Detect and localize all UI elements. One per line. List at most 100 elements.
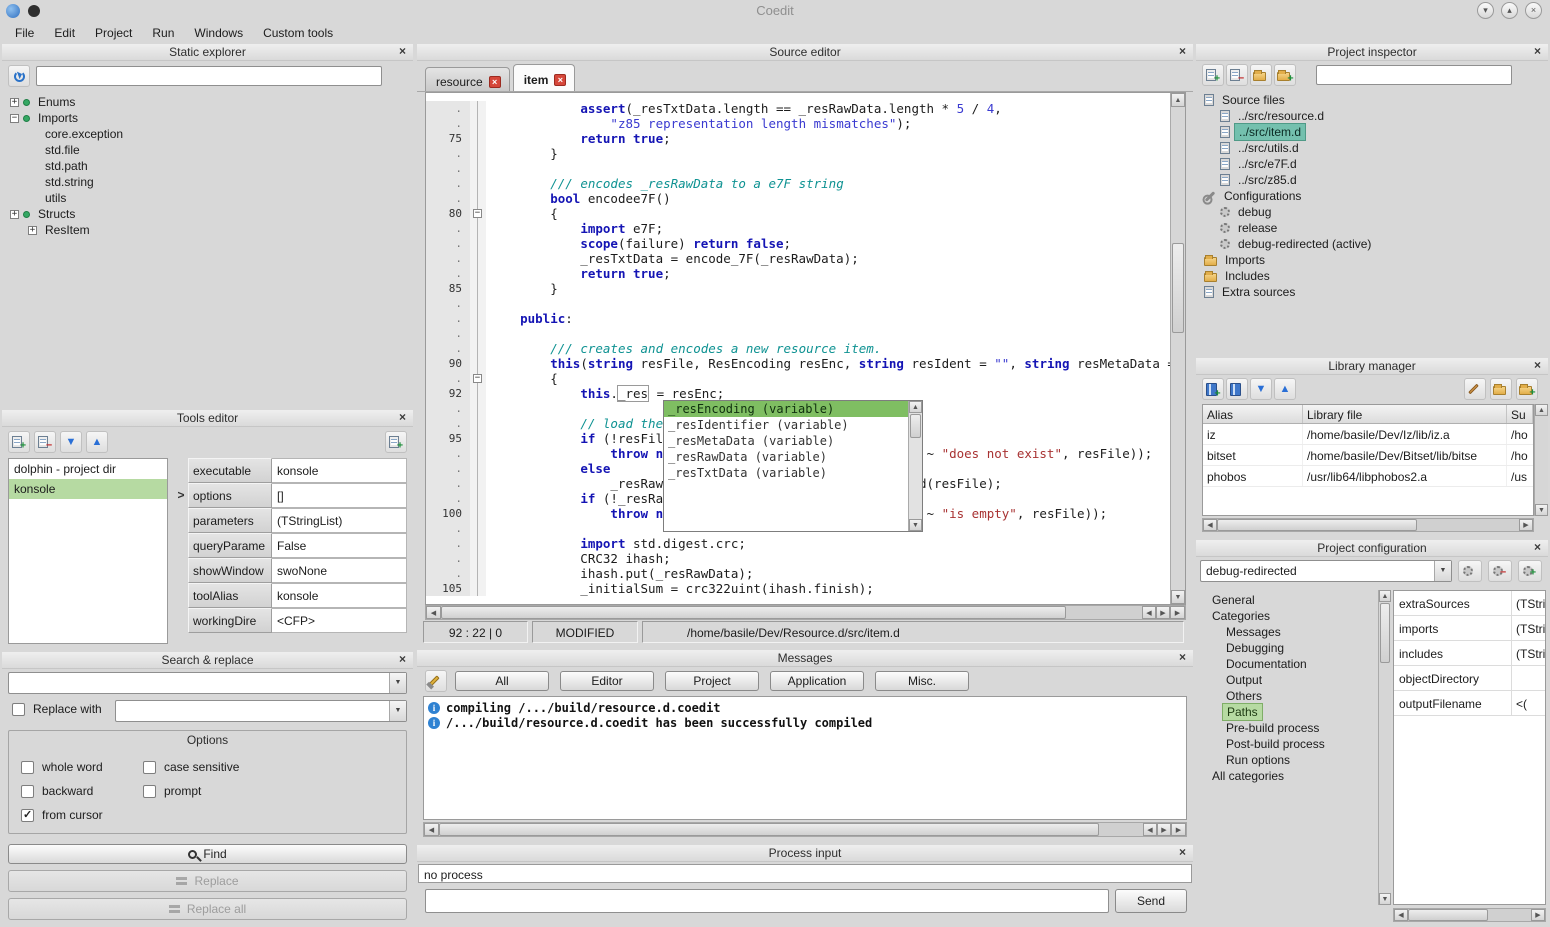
scrollbar-thumb[interactable]: [1380, 603, 1390, 663]
symbol-item[interactable]: +ResItem: [4, 222, 411, 238]
next-icon[interactable]: ▶: [1157, 823, 1171, 836]
symbol-item[interactable]: +Enums: [4, 94, 411, 110]
project-tree-item[interactable]: debug-redirected (active): [1198, 236, 1546, 252]
config-property-value[interactable]: (TStringList): [1512, 591, 1545, 615]
code-line[interactable]: . _resTxtData = encode_7F(_resRawData);: [426, 251, 1185, 266]
edit-alias-button[interactable]: [1464, 378, 1486, 400]
completion-item[interactable]: _resRawData (variable): [664, 449, 922, 465]
scroll-up-icon[interactable]: ▲: [1379, 590, 1391, 602]
scrollbar-thumb[interactable]: [910, 414, 921, 438]
category-item[interactable]: Messages: [1200, 624, 1376, 640]
config-hscrollbar[interactable]: ◀ ▶: [1393, 908, 1546, 922]
property-value[interactable]: (TStringList): [272, 508, 407, 533]
config-property-row[interactable]: includes(TStringList): [1394, 641, 1545, 666]
menu-run[interactable]: Run: [143, 23, 183, 43]
close-panel-icon[interactable]: ×: [1531, 359, 1544, 372]
process-input-field[interactable]: [425, 889, 1109, 913]
minimize-button[interactable]: ▾: [1477, 2, 1494, 19]
code-line[interactable]: . scope(failure) return false;: [426, 236, 1185, 251]
config-property-row[interactable]: objectDirectory: [1394, 666, 1545, 691]
move-library-up-button[interactable]: ▲: [1274, 378, 1296, 400]
column-header[interactable]: Library file: [1303, 405, 1507, 423]
code-line[interactable]: . bool encodee7F(): [426, 191, 1185, 206]
category-item[interactable]: General: [1200, 592, 1376, 608]
fold-marker[interactable]: −: [473, 209, 482, 218]
close-panel-icon[interactable]: ×: [1531, 45, 1544, 58]
message-row[interactable]: icompiling /.../build/resource.d.coedit: [424, 700, 1186, 715]
refresh-button[interactable]: [8, 65, 30, 87]
send-button[interactable]: Send: [1115, 889, 1187, 913]
replace-all-button[interactable]: Replace all: [8, 898, 407, 920]
config-property-row[interactable]: extraSources(TStringList): [1394, 591, 1545, 616]
scrollbar-thumb[interactable]: [439, 823, 1099, 836]
category-item[interactable]: All categories: [1200, 768, 1376, 784]
library-vscrollbar[interactable]: ▲ ▼: [1534, 404, 1548, 516]
prev-icon[interactable]: ◀: [1143, 823, 1157, 836]
symbol-item[interactable]: +Structs: [4, 206, 411, 222]
filter-project[interactable]: Project: [665, 671, 759, 691]
close-panel-icon[interactable]: ×: [1531, 541, 1544, 554]
scroll-left-icon[interactable]: ◀: [1394, 909, 1408, 921]
code-line[interactable]: 85 }: [426, 281, 1185, 296]
find-button[interactable]: Find: [8, 844, 407, 864]
code-line[interactable]: .: [426, 296, 1185, 311]
search-combo[interactable]: ▼: [8, 672, 407, 694]
library-row[interactable]: phobos/usr/lib64/libphobos2.a/us: [1203, 466, 1533, 487]
code-line[interactable]: 92 this._res = resEnc;: [426, 386, 1185, 401]
library-row[interactable]: bitset/home/basile/Dev/Bitset/lib/bitse/…: [1203, 445, 1533, 466]
tool-item[interactable]: dolphin - project dir: [9, 459, 167, 479]
scroll-right-icon[interactable]: ▶: [1170, 606, 1185, 619]
config-property-row[interactable]: imports(TStringList): [1394, 616, 1545, 641]
column-header[interactable]: Su: [1507, 405, 1533, 423]
remove-library-button[interactable]: [1226, 378, 1248, 400]
project-tree-item[interactable]: Extra sources: [1198, 284, 1546, 300]
collapse-icon[interactable]: −: [10, 114, 19, 123]
scroll-up-icon[interactable]: ▲: [1535, 404, 1548, 416]
scroll-down-icon[interactable]: ▼: [1535, 504, 1548, 516]
column-header[interactable]: Alias: [1203, 405, 1303, 423]
project-tree-item[interactable]: Includes: [1198, 268, 1546, 284]
remove-configuration-button[interactable]: [1488, 560, 1512, 582]
category-item[interactable]: Run options: [1200, 752, 1376, 768]
symbol-item[interactable]: std.file: [4, 142, 411, 158]
move-down-button[interactable]: ▼: [60, 431, 82, 453]
open-library-file-button[interactable]: [1490, 378, 1512, 400]
project-tree-item[interactable]: Source files: [1198, 92, 1546, 108]
property-value[interactable]: <CFP>: [272, 608, 407, 633]
code-line[interactable]: 105 _initialSum = crc322uint(ihash.finis…: [426, 581, 1185, 596]
scroll-left-icon[interactable]: ◀: [1203, 519, 1217, 531]
scroll-up-icon[interactable]: ▲: [1171, 93, 1185, 107]
property-row[interactable]: executablekonsole: [174, 458, 407, 483]
editor-hscrollbar[interactable]: ◀ ◀ ▶ ▶: [425, 605, 1186, 620]
code-line[interactable]: . }: [426, 146, 1185, 161]
checkbox-backward[interactable]: [21, 785, 34, 798]
chevron-down-icon[interactable]: ▼: [1434, 561, 1451, 581]
scroll-left-icon[interactable]: ◀: [426, 606, 441, 619]
category-item[interactable]: Output: [1200, 672, 1376, 688]
code-line[interactable]: .: [426, 326, 1185, 341]
scroll-right-icon[interactable]: ▶: [1519, 519, 1533, 531]
menu-custom-tools[interactable]: Custom tools: [254, 23, 342, 43]
scroll-right-icon[interactable]: ▶: [1171, 823, 1186, 836]
expand-icon[interactable]: +: [10, 210, 19, 219]
code-line[interactable]: . ihash.put(_resRawData);: [426, 566, 1185, 581]
inspector-search-input[interactable]: [1316, 65, 1512, 85]
prev-icon[interactable]: ◀: [1142, 606, 1156, 619]
filter-misc[interactable]: Misc.: [875, 671, 969, 691]
code-line[interactable]: 80− {: [426, 206, 1185, 221]
replace-with-checkbox[interactable]: [12, 703, 25, 716]
property-value[interactable]: []: [272, 483, 407, 508]
property-value[interactable]: swoNone: [272, 558, 407, 583]
code-line[interactable]: 90 this(string resFile, ResEncoding resE…: [426, 356, 1185, 371]
remove-tool-button[interactable]: [34, 431, 56, 453]
move-library-down-button[interactable]: ▼: [1250, 378, 1272, 400]
replace-button[interactable]: Replace: [8, 870, 407, 892]
run-tool-button[interactable]: [385, 431, 407, 453]
scroll-left-icon[interactable]: ◀: [424, 823, 439, 836]
code-line[interactable]: . /// encodes _resRawData to a e7F strin…: [426, 176, 1185, 191]
project-tree-item[interactable]: ../src/resource.d: [1198, 108, 1546, 124]
add-library-button[interactable]: [1202, 378, 1224, 400]
sync-configuration-button[interactable]: [1458, 560, 1482, 582]
property-row[interactable]: workingDire<CFP>: [174, 608, 407, 633]
scroll-down-icon[interactable]: ▼: [909, 519, 922, 531]
